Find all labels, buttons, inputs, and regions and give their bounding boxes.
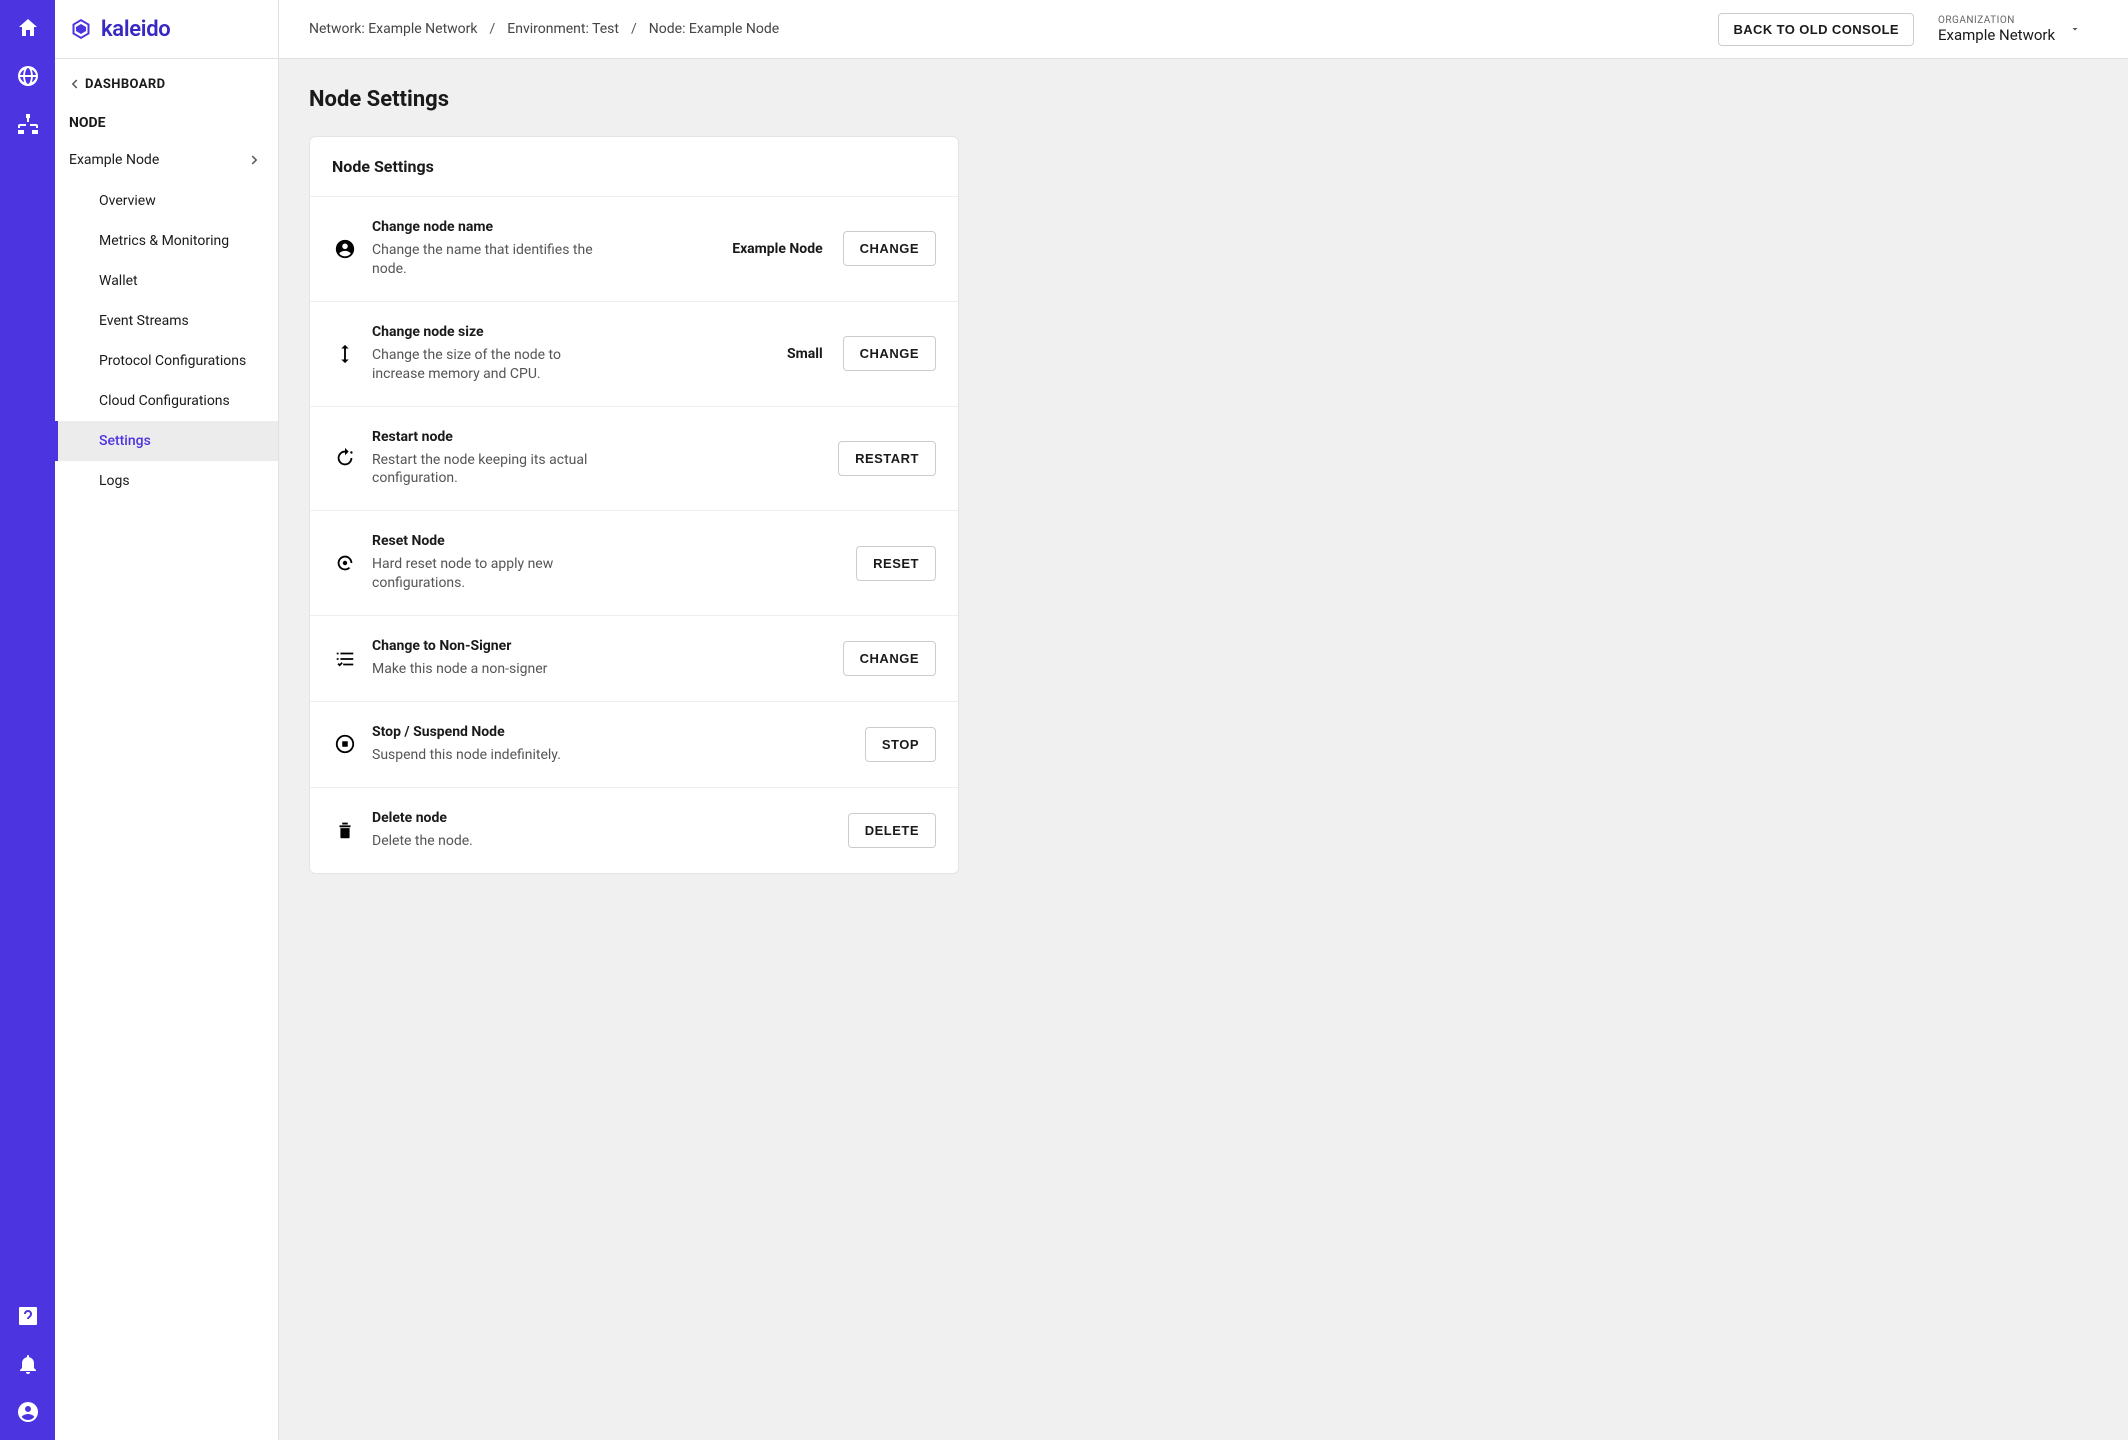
page-title: Node Settings — [309, 87, 2098, 112]
row-desc: Hard reset node to apply new configurati… — [372, 555, 612, 593]
sidebar-item-settings[interactable]: Settings — [55, 421, 278, 461]
reset-icon — [332, 550, 358, 576]
main: Network: Example Network / Environment: Te… — [279, 0, 2128, 1440]
breadcrumb: Network: Example Network / Environment: Te… — [309, 21, 779, 37]
reset-button[interactable]: RESET — [856, 546, 936, 581]
crumb[interactable]: Network: Example Network — [309, 21, 478, 37]
restart-button[interactable]: RESTART — [838, 441, 936, 476]
org-dropdown[interactable]: ORGANIZATION Example Network — [1938, 15, 2098, 44]
row-desc: Change the size of the node to increase … — [372, 346, 612, 384]
crumb[interactable]: Environment: Test — [507, 21, 619, 37]
nav-list: OverviewMetrics & MonitoringWalletEvent … — [55, 181, 278, 501]
row-value: Example Node — [732, 241, 828, 257]
card-header: Node Settings — [310, 137, 958, 197]
crumb-sep: / — [490, 21, 496, 37]
network-icon[interactable] — [16, 112, 40, 136]
settings-row: Change node name Change the name that ide… — [310, 197, 958, 302]
stop-icon — [332, 731, 358, 757]
row-title: Restart node — [372, 429, 612, 445]
row-title: Reset Node — [372, 533, 612, 549]
row-title: Change node size — [372, 324, 612, 340]
change-button[interactable]: CHANGE — [843, 231, 936, 266]
sidebar-item-protocol-configurations[interactable]: Protocol Configurations — [55, 341, 278, 381]
person-icon — [332, 236, 358, 262]
settings-row: Delete node Delete the node. DELETE — [310, 788, 958, 873]
row-title: Change to Non-Signer — [372, 638, 612, 654]
row-desc: Restart the node keeping its actual conf… — [372, 451, 612, 489]
sidebar-item-logs[interactable]: Logs — [55, 461, 278, 501]
node-header[interactable]: Example Node — [55, 139, 278, 181]
org-name: Example Network — [1938, 26, 2055, 44]
topbar: Network: Example Network / Environment: Te… — [279, 0, 2128, 59]
row-title: Stop / Suspend Node — [372, 724, 612, 740]
row-body: Change node size Change the size of the n… — [372, 324, 612, 384]
caret-down-icon — [2069, 23, 2081, 35]
row-body: Restart node Restart the node keeping its… — [372, 429, 612, 489]
change-button[interactable]: CHANGE — [843, 641, 936, 676]
chevron-right-icon — [246, 151, 264, 169]
resize-icon — [332, 341, 358, 367]
row-value: Small — [787, 346, 829, 362]
row-desc: Make this node a non-signer — [372, 660, 612, 679]
row-title: Change node name — [372, 219, 612, 235]
row-body: Delete node Delete the node. — [372, 810, 612, 851]
sidebar-item-metrics-monitoring[interactable]: Metrics & Monitoring — [55, 221, 278, 261]
row-desc: Suspend this node indefinitely. — [372, 746, 612, 765]
settings-row: Change node size Change the size of the n… — [310, 302, 958, 407]
row-body: Change node name Change the name that ide… — [372, 219, 612, 279]
crumb-sep: / — [631, 21, 637, 37]
settings-row: Restart node Restart the node keeping its… — [310, 407, 958, 512]
row-title: Delete node — [372, 810, 612, 826]
settings-row: Reset Node Hard reset node to apply new c… — [310, 511, 958, 616]
help-icon[interactable] — [16, 1304, 40, 1328]
row-body: Reset Node Hard reset node to apply new c… — [372, 533, 612, 593]
sidebar-item-event-streams[interactable]: Event Streams — [55, 301, 278, 341]
globe-icon[interactable] — [16, 64, 40, 88]
change-button[interactable]: CHANGE — [843, 336, 936, 371]
node-header-label: Example Node — [69, 152, 159, 168]
chevron-left-icon — [65, 75, 83, 93]
delete-icon — [332, 817, 358, 843]
settings-card: Node Settings Change node name Change the… — [309, 136, 959, 874]
back-to-old-console-button[interactable]: BACK TO OLD CONSOLE — [1718, 13, 1914, 46]
account-icon[interactable] — [16, 1400, 40, 1424]
settings-row: Stop / Suspend Node Suspend this node ind… — [310, 702, 958, 788]
sidebar-item-cloud-configurations[interactable]: Cloud Configurations — [55, 381, 278, 421]
bell-icon[interactable] — [16, 1352, 40, 1376]
row-body: Stop / Suspend Node Suspend this node ind… — [372, 724, 612, 765]
row-desc: Change the name that identifies the node… — [372, 241, 612, 279]
sidebar: kaleido DASHBOARD NODE Example Node Over… — [55, 0, 279, 1440]
checklist-icon — [332, 646, 358, 672]
row-body: Change to Non-Signer Make this node a non… — [372, 638, 612, 679]
logo[interactable]: kaleido — [55, 0, 278, 59]
section-label: NODE — [55, 105, 278, 139]
settings-row: Change to Non-Signer Make this node a non… — [310, 616, 958, 702]
crumb[interactable]: Node: Example Node — [649, 21, 779, 37]
home-icon[interactable] — [16, 16, 40, 40]
row-desc: Delete the node. — [372, 832, 612, 851]
icon-rail — [0, 0, 55, 1440]
back-to-dashboard[interactable]: DASHBOARD — [55, 59, 278, 105]
org-label: ORGANIZATION — [1938, 15, 2055, 26]
restart-icon — [332, 445, 358, 471]
delete-button[interactable]: DELETE — [848, 813, 936, 848]
stop-button[interactable]: STOP — [865, 727, 936, 762]
sidebar-item-wallet[interactable]: Wallet — [55, 261, 278, 301]
sidebar-item-overview[interactable]: Overview — [55, 181, 278, 221]
back-to-dashboard-label: DASHBOARD — [85, 77, 165, 92]
logo-text: kaleido — [101, 17, 170, 42]
